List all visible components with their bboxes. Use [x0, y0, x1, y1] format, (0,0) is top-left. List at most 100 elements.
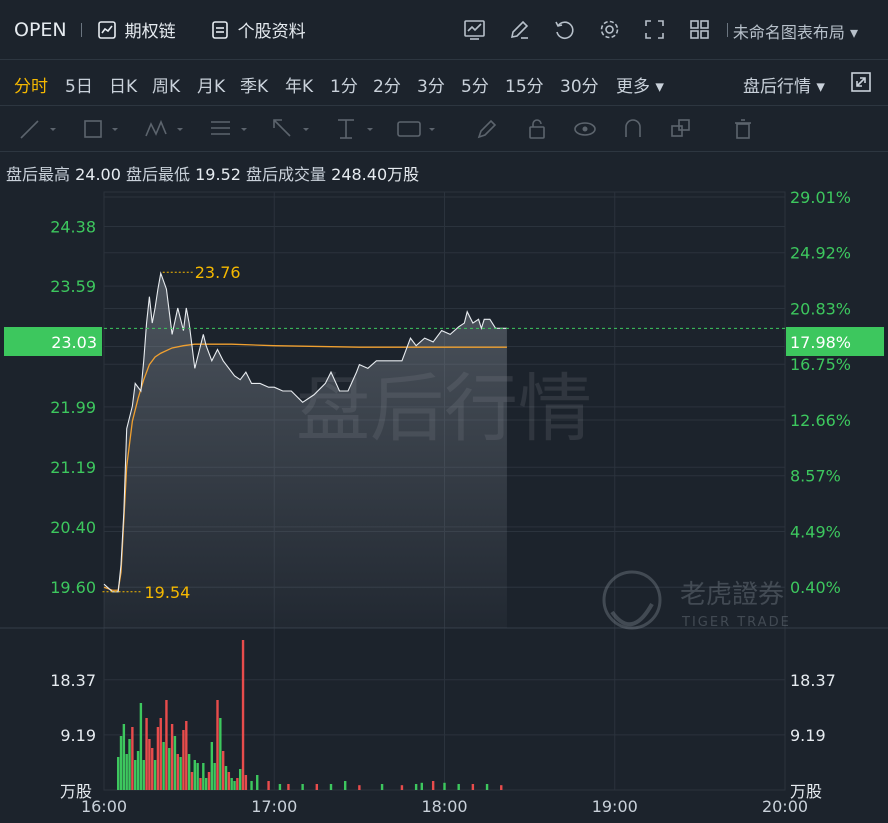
grid-layout-icon[interactable] [687, 17, 712, 42]
period-tab-more[interactable]: 更多 ▾ [616, 72, 664, 97]
volume-bar [173, 736, 177, 790]
price-area [104, 273, 507, 628]
trend-line-icon[interactable] [18, 116, 56, 142]
layers-icon[interactable] [668, 116, 694, 142]
time-tick-label: 16:00 [81, 797, 127, 816]
volume-bar [139, 703, 143, 790]
popout-icon[interactable] [850, 71, 872, 97]
volume-bar [136, 751, 140, 790]
profile-button[interactable]: 个股资料 [210, 17, 306, 42]
period-tab-5d[interactable]: 5日 [65, 72, 93, 97]
volume-bar [278, 784, 282, 790]
ticker-symbol[interactable]: OPEN [14, 19, 67, 41]
volume-bar [485, 784, 489, 790]
volume-bar [134, 760, 137, 790]
price-tick-label: 21.99 [50, 398, 96, 417]
volume-bar [119, 736, 123, 790]
volume-bar [216, 700, 219, 790]
volume-bar [420, 782, 423, 790]
volume-bar [241, 640, 245, 790]
volume-bar [267, 781, 270, 790]
measure-icon[interactable] [334, 116, 373, 142]
price-tick-label: 20.40 [50, 518, 96, 537]
volume-bar [210, 742, 214, 790]
volume-axis: 18.37 18.37 9.19 9.19 [50, 671, 836, 745]
period-tab-yearly[interactable]: 年K [285, 72, 313, 97]
volume-bar [239, 769, 242, 790]
price-tick-label: 23.59 [50, 277, 96, 296]
time-axis: 16:00 17:00 18:00 19:00 20:00 [81, 797, 808, 816]
volume-bar [116, 757, 120, 790]
fibonacci-icon[interactable] [208, 116, 247, 142]
period-tab-2min[interactable]: 2分 [373, 72, 401, 97]
volume-bar [358, 785, 361, 790]
brush-icon[interactable] [474, 116, 500, 142]
magnet-icon[interactable] [620, 116, 646, 142]
trash-icon[interactable] [730, 116, 756, 142]
price-tick-label: 21.19 [50, 458, 96, 477]
period-tab-15min[interactable]: 15分 [505, 72, 544, 97]
volume-bar [162, 742, 165, 790]
volume-bar [159, 718, 162, 790]
volume-bar [207, 772, 211, 790]
volume-bar [142, 760, 145, 790]
volume-bar [213, 763, 216, 790]
period-tab-quarterly[interactable]: 季K [240, 72, 268, 97]
volume-bar [380, 784, 384, 790]
volume-bar [125, 754, 128, 790]
eye-icon[interactable] [572, 116, 598, 142]
volume-bar [315, 784, 319, 790]
document-icon [211, 20, 228, 39]
current-pct-badge: 17.98% [790, 333, 851, 352]
gear-icon[interactable] [597, 17, 622, 42]
volume-bar [244, 775, 248, 790]
option-chain-button[interactable]: 期权链 [97, 17, 176, 42]
period-tab-intraday[interactable]: 分时 [14, 72, 48, 97]
period-tab-weekly[interactable]: 周K [152, 72, 180, 97]
tiger-trade-logo: 老虎證券 TIGER TRADE [602, 570, 791, 630]
indicator-chart-icon[interactable] [462, 17, 487, 42]
arrow-icon[interactable] [270, 116, 309, 142]
volume-bar [204, 778, 208, 790]
time-tick-label: 18:00 [421, 797, 467, 816]
volume-bar [471, 784, 475, 790]
option-chain-icon [97, 20, 116, 39]
volume-bar [414, 784, 418, 790]
volume-bar [170, 724, 174, 790]
brand-name-en: TIGER TRADE [681, 615, 791, 630]
period-tab-5min[interactable]: 5分 [461, 72, 489, 97]
period-tab-30min[interactable]: 30分 [560, 72, 599, 97]
toolbar-icon-group [462, 17, 712, 42]
period-tab-3min[interactable]: 3分 [417, 72, 445, 97]
period-tab-daily[interactable]: 日K [109, 72, 137, 97]
volume-bar [131, 727, 134, 790]
rectangle-icon[interactable] [82, 116, 118, 142]
volume-tick-label-right: 9.19 [790, 726, 826, 745]
volume-bar [500, 785, 503, 790]
percent-tick-label: 24.92% [790, 244, 851, 263]
volume-bar [329, 784, 333, 790]
volume-bar [148, 739, 151, 790]
refresh-icon[interactable] [552, 17, 577, 42]
percent-tick-label: 16.75% [790, 355, 851, 374]
lock-icon[interactable] [524, 116, 550, 142]
volume-bar [165, 700, 168, 790]
intraday-chart[interactable]: 盘后行情 老虎證券 TIGER TRADE 24.3823.5922.7921.… [0, 152, 888, 823]
current-price-badge: 23.03 [51, 333, 97, 352]
session-selector[interactable]: 盘后行情 ▾ [743, 72, 825, 97]
volume-bar [250, 781, 253, 790]
text-note-icon[interactable] [396, 116, 435, 142]
volume-bar [199, 778, 202, 790]
layout-selector[interactable]: 未命名图表布局 ▾ [733, 19, 858, 43]
volume-bar [256, 775, 259, 790]
fullscreen-icon[interactable] [642, 17, 667, 42]
volume-bar [230, 778, 233, 790]
period-tab-1min[interactable]: 1分 [330, 72, 358, 97]
volume-bar [400, 785, 404, 790]
percent-tick-label: 29.01% [790, 188, 851, 207]
wave-icon[interactable] [144, 116, 183, 142]
volume-bar [145, 718, 148, 790]
volume-bar [343, 781, 347, 790]
edit-icon[interactable] [507, 17, 532, 42]
period-tab-monthly[interactable]: 月K [197, 72, 225, 97]
